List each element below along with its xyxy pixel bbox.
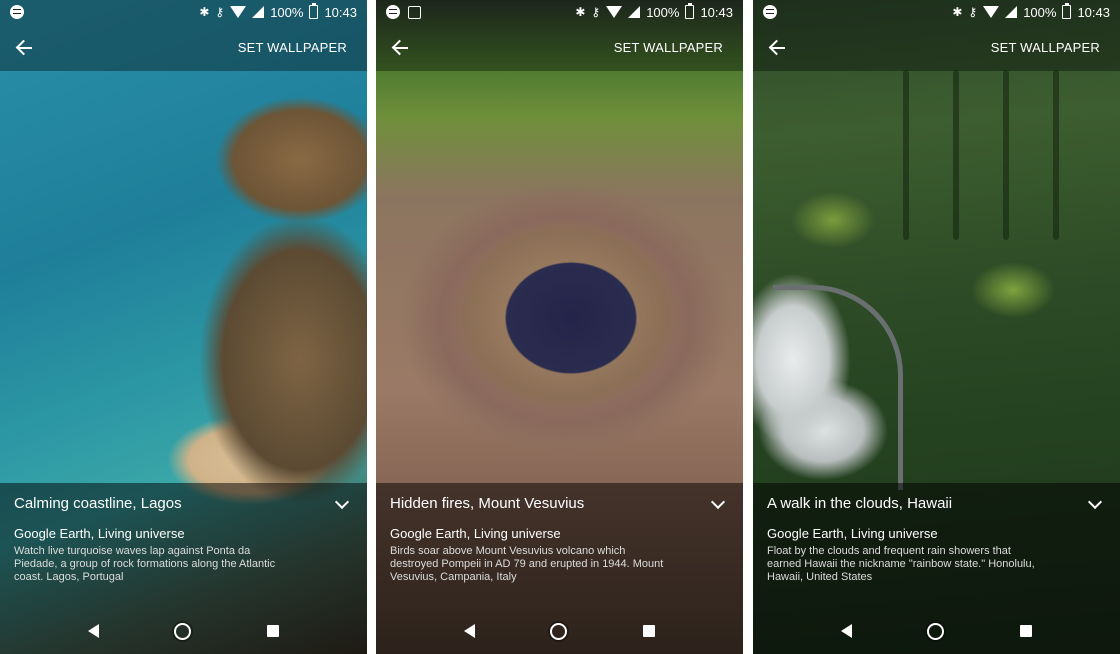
battery-percent: 100% [270, 4, 304, 20]
battery-icon [685, 3, 695, 19]
wallpaper-source: Google Earth, Living universe [767, 526, 938, 541]
wallpaper-description: Float by the clouds and frequent rain sh… [767, 545, 1035, 583]
signal-icon [628, 6, 641, 18]
bluetooth-icon: ✱ [199, 5, 210, 19]
nav-home-icon[interactable] [550, 622, 568, 640]
nav-bar [753, 608, 1120, 654]
nav-home-icon[interactable] [927, 622, 945, 640]
nav-recents-icon[interactable] [643, 625, 656, 637]
phone-screen-lagos: ✱ ⚷ 100% 10:43 SET WALLPAPER Calming coa… [0, 0, 367, 654]
chevron-down-icon[interactable] [710, 494, 726, 509]
image-icon [408, 5, 421, 19]
app-bar: SET WALLPAPER [753, 24, 1120, 71]
nav-bar [0, 608, 367, 654]
nav-bar [376, 608, 743, 654]
phone-screen-hawaii: ✱ ⚷ 100% 10:43 SET WALLPAPER A walk in t… [753, 0, 1120, 654]
back-arrow-icon[interactable] [767, 37, 789, 59]
battery-percent: 100% [646, 4, 680, 20]
signal-icon [1005, 6, 1018, 18]
wifi-icon [230, 6, 247, 18]
set-wallpaper-button[interactable]: SET WALLPAPER [991, 40, 1106, 55]
vpn-key-icon: ⚷ [591, 5, 601, 19]
wallpaper-description: Birds soar above Mount Vesuvius volcano … [390, 545, 664, 583]
nav-back-icon[interactable] [840, 624, 852, 638]
phone-screen-vesuvius: ✱ ⚷ 100% 10:43 SET WALLPAPER Hidden fire… [376, 0, 743, 654]
clock: 10:43 [1077, 4, 1110, 20]
nav-back-icon[interactable] [463, 624, 475, 638]
nav-recents-icon[interactable] [1020, 625, 1033, 637]
wifi-icon [983, 6, 1000, 18]
bluetooth-icon: ✱ [575, 5, 586, 19]
chevron-down-icon[interactable] [334, 494, 350, 509]
clock: 10:43 [700, 4, 733, 20]
spotify-icon [386, 5, 400, 19]
battery-icon [309, 3, 319, 19]
battery-percent: 100% [1023, 4, 1057, 20]
wifi-icon [606, 6, 623, 18]
bluetooth-icon: ✱ [952, 5, 963, 19]
battery-icon [1062, 3, 1072, 19]
vpn-key-icon: ⚷ [968, 5, 978, 19]
signal-icon [252, 6, 265, 18]
ridge-shape [903, 70, 909, 240]
set-wallpaper-button[interactable]: SET WALLPAPER [614, 40, 729, 55]
nav-recents-icon[interactable] [267, 625, 280, 637]
wallpaper-source: Google Earth, Living universe [14, 526, 185, 541]
wallpaper-title: Hidden fires, Mount Vesuvius [390, 495, 585, 512]
app-bar: SET WALLPAPER [376, 24, 743, 71]
wallpaper-title: A walk in the clouds, Hawaii [767, 495, 953, 512]
wallpaper-title: Calming coastline, Lagos [14, 495, 182, 512]
wallpaper-description: Watch live turquoise waves lap against P… [14, 545, 276, 583]
road-shape [773, 285, 903, 490]
ridge-shape [1003, 70, 1009, 240]
chevron-down-icon[interactable] [1087, 494, 1103, 509]
clock: 10:43 [324, 4, 357, 20]
nav-home-icon[interactable] [174, 622, 192, 640]
back-arrow-icon[interactable] [14, 37, 36, 59]
spotify-icon [763, 5, 777, 19]
set-wallpaper-button[interactable]: SET WALLPAPER [238, 40, 353, 55]
ridge-shape [1053, 70, 1059, 240]
nav-back-icon[interactable] [87, 624, 99, 638]
wallpaper-source: Google Earth, Living universe [390, 526, 561, 541]
app-bar: SET WALLPAPER [0, 24, 367, 71]
back-arrow-icon[interactable] [390, 37, 412, 59]
status-bar: ✱ ⚷ 100% 10:43 [376, 0, 743, 24]
status-bar: ✱ ⚷ 100% 10:43 [0, 0, 367, 24]
vpn-key-icon: ⚷ [215, 5, 225, 19]
status-bar: ✱ ⚷ 100% 10:43 [753, 0, 1120, 24]
ridge-shape [953, 70, 959, 240]
spotify-icon [10, 5, 24, 19]
